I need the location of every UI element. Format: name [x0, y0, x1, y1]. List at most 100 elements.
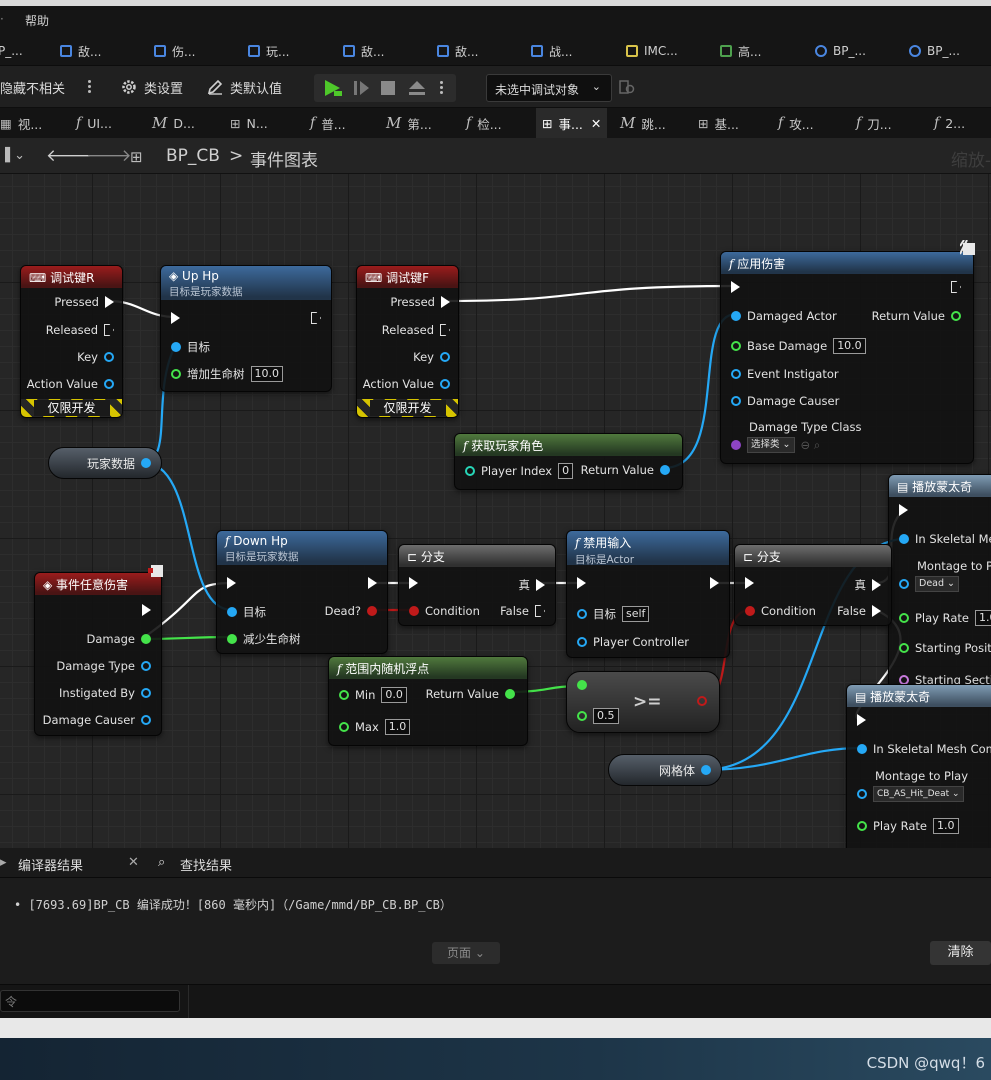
pin-montage-to-play[interactable]: Dead ⌄: [899, 576, 959, 592]
random-float-in-range-node[interactable]: f 范围内随机浮点 Min 0.0 Return Value Max 1.0: [328, 656, 528, 746]
graph-tab-8-active[interactable]: ⊞ 事... ✕: [536, 108, 608, 138]
filter-input[interactable]: 令: [0, 990, 180, 1012]
pin-event-instigator[interactable]: Event Instigator: [731, 367, 839, 381]
play-montage-node-2[interactable]: ▤ 播放蒙太奇 In Skeletal Mesh Comp Montage to…: [846, 684, 991, 848]
event-any-damage-node[interactable]: ◈ 事件任意伤害 Damage Damage Type Instigated B…: [34, 572, 162, 736]
object-pin-icon[interactable]: [701, 765, 711, 775]
pin-max[interactable]: Max 1.0: [339, 719, 411, 735]
montage-dropdown[interactable]: CB_AS_Hit_Deat ⌄: [873, 786, 964, 802]
pin-exec-in[interactable]: [577, 577, 586, 589]
hide-unrelated-button[interactable]: 隐藏不相关: [0, 76, 65, 98]
pin-play-rate[interactable]: Play Rate 1.0: [899, 610, 991, 626]
pin-min[interactable]: Min 0.0: [339, 687, 407, 703]
graph-tab-5[interactable]: f 普...: [310, 108, 346, 138]
min-value[interactable]: 0.0: [381, 687, 407, 703]
pin-false[interactable]: False: [837, 604, 881, 618]
stop-icon[interactable]: [380, 80, 396, 96]
breadcrumb-blueprint[interactable]: BP_CB: [166, 146, 220, 166]
bookmark-icon[interactable]: ▐ ⌄: [0, 148, 25, 163]
max-value[interactable]: 1.0: [384, 719, 411, 735]
montage-dropdown[interactable]: Dead ⌄: [915, 576, 959, 592]
pin-damaged-actor[interactable]: Damaged Actor: [731, 309, 837, 323]
pin-exec-in[interactable]: [899, 504, 908, 516]
pin-add-health[interactable]: 增加生命树 10.0: [171, 366, 283, 382]
pin-exec-in[interactable]: [409, 577, 418, 589]
pin-exec-in[interactable]: [731, 281, 740, 293]
pin-b[interactable]: 0.5: [577, 708, 619, 724]
asset-tab-7[interactable]: 战...: [531, 42, 572, 60]
branch-node-2[interactable]: ⊏ 分支 真 Condition False: [734, 544, 892, 626]
pin-damage-type[interactable]: Damage Type: [56, 659, 151, 673]
down-hp-node[interactable]: f Down Hp 目标是玩家数据 目标 Dead? 减少生命树: [216, 530, 388, 654]
asset-tab-9[interactable]: 高...: [720, 42, 761, 60]
tab-compiler-results[interactable]: 编译器结果: [18, 855, 83, 874]
pin-reduce-health[interactable]: 减少生命树: [227, 631, 301, 647]
pin-exec-out[interactable]: [951, 281, 961, 293]
pin-play-rate[interactable]: Play Rate 1.0: [857, 818, 959, 834]
pin-return-value[interactable]: Return Value: [426, 687, 515, 701]
class-settings-button[interactable]: 类设置: [120, 76, 183, 98]
apply-damage-node[interactable]: f 应用伤害 Damaged Actor Return Value Base D…: [720, 251, 974, 464]
asset-tab-3[interactable]: 伤...: [154, 42, 195, 60]
pin-return-value[interactable]: Return Value: [872, 309, 961, 323]
play-rate-value[interactable]: 1.0: [933, 818, 959, 834]
asset-tab-8[interactable]: IMC...: [626, 42, 678, 60]
pin-action-value[interactable]: Action Value: [27, 377, 114, 391]
close-icon[interactable]: ✕: [591, 116, 601, 131]
pin-montage-to-play[interactable]: CB_AS_Hit_Deat ⌄: [857, 786, 964, 802]
pin-pressed[interactable]: Pressed: [54, 295, 114, 309]
add-health-value[interactable]: 10.0: [250, 366, 283, 382]
page-button[interactable]: 页面 ⌄: [432, 942, 500, 964]
select-class-dropdown[interactable]: 选择类 ⌄: [747, 437, 795, 453]
player-data-variable[interactable]: 玩家数据: [48, 447, 162, 479]
graph-tab-9[interactable]: M 跳...: [620, 108, 666, 138]
play-icon[interactable]: [322, 78, 344, 98]
browse-icon[interactable]: ⊖ ⌕: [801, 438, 821, 453]
pin-damage-type-class[interactable]: 选择类 ⌄ ⊖ ⌕: [731, 437, 820, 453]
disable-input-node[interactable]: f 禁用输入 目标是Actor 目标 self Player Controller: [566, 530, 730, 658]
graph-tab-6[interactable]: M 第...: [386, 108, 432, 138]
clear-button[interactable]: 清除: [930, 941, 991, 965]
asset-tab-4[interactable]: 玩...: [248, 42, 289, 60]
pin-key[interactable]: Key: [77, 350, 114, 364]
pin-pressed[interactable]: Pressed: [390, 295, 450, 309]
back-arrow-icon[interactable]: 🡐: [46, 146, 92, 166]
play-rate-value[interactable]: 1.0: [975, 610, 991, 626]
branch-node-1[interactable]: ⊏ 分支 真 Condition False: [398, 544, 556, 626]
pin-target[interactable]: 目标: [171, 339, 210, 355]
base-damage-value[interactable]: 10.0: [833, 338, 866, 354]
up-hp-node[interactable]: ◈ Up Hp 目标是玩家数据 目标 增加生命树 10.0: [160, 265, 332, 392]
class-defaults-button[interactable]: 类默认值: [206, 76, 282, 98]
asset-tab-2[interactable]: 敌...: [60, 42, 101, 60]
pin-exec-out[interactable]: [142, 604, 151, 616]
pin-a[interactable]: [577, 680, 587, 690]
pin-exec-in[interactable]: [171, 312, 180, 324]
pin-damage-causer[interactable]: Damage Causer: [731, 394, 839, 408]
play-options-icon[interactable]: [440, 79, 444, 97]
tab-find-results[interactable]: 查找结果: [180, 855, 232, 874]
pin-condition[interactable]: Condition: [745, 604, 816, 618]
mesh-variable[interactable]: 网格体: [608, 754, 722, 786]
pin-released[interactable]: Released: [46, 323, 114, 337]
pin-starting-position[interactable]: Starting Positi: [899, 641, 991, 655]
compare-b-value[interactable]: 0.5: [593, 708, 619, 724]
debug-key-r-node[interactable]: ⌨ 调试键R Pressed Released Key Action Value…: [20, 265, 123, 418]
debug-filter-icon[interactable]: [618, 78, 636, 96]
eject-icon[interactable]: [407, 79, 427, 97]
pin-exec-in[interactable]: [745, 577, 754, 589]
pin-damage-causer[interactable]: Damage Causer: [43, 713, 151, 727]
debug-key-f-node[interactable]: ⌨ 调试键F Pressed Released Key Action Value…: [356, 265, 459, 418]
pin-player-index[interactable]: Player Index 0: [465, 463, 574, 479]
more-options-icon[interactable]: [88, 78, 92, 96]
pin-player-controller[interactable]: Player Controller: [577, 635, 689, 649]
pin-in-skeletal-mesh[interactable]: In Skeletal Mesh Comp: [857, 742, 991, 756]
debug-object-select[interactable]: 未选中调试对象 ⌄: [486, 74, 612, 102]
pin-exec-out[interactable]: [311, 312, 321, 324]
get-player-character-node[interactable]: f 获取玩家角色 Player Index 0 Return Value: [454, 433, 683, 490]
asset-tab-5[interactable]: 敌...: [343, 42, 384, 60]
asset-tab-11[interactable]: BP_...: [909, 42, 960, 60]
pin-base-damage[interactable]: Base Damage 10.0: [731, 338, 866, 354]
asset-tab-1[interactable]: P_...: [0, 42, 23, 60]
pin-in-skeletal-mesh[interactable]: In Skeletal Mes: [899, 532, 991, 546]
player-index-value[interactable]: 0: [558, 463, 574, 479]
